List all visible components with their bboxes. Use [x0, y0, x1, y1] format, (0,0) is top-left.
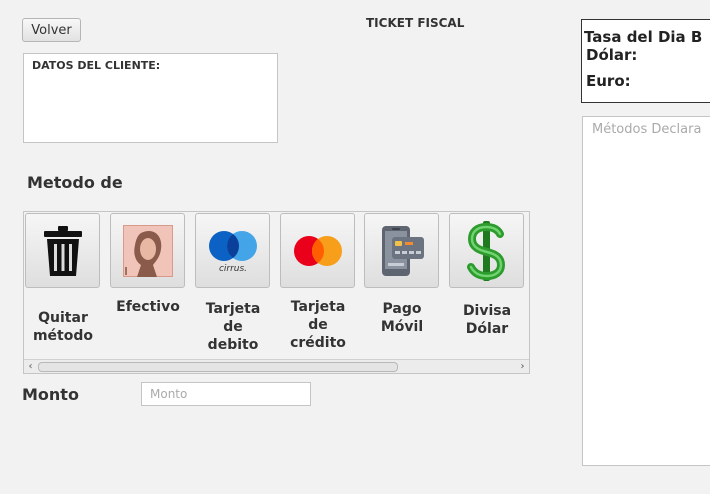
mastercard-icon: [293, 235, 342, 266]
mobile-payment-label: Pago Móvil: [380, 301, 424, 335]
payment-method-heading: Metodo de: [27, 173, 123, 192]
dollar-currency-button[interactable]: [449, 213, 524, 288]
credit-card-button[interactable]: [280, 213, 355, 288]
amount-input[interactable]: [141, 382, 311, 406]
remove-method-tile: Quitar método: [25, 213, 100, 345]
payment-methods-panel: Quitar método Efectivo cirrus. Tarjeta d…: [23, 211, 530, 374]
amount-label: Monto: [22, 385, 79, 404]
credit-card-label: Tarjeta de crédito: [290, 299, 346, 351]
declared-methods-area[interactable]: Métodos Declara: [582, 116, 710, 466]
cash-label: Efectivo: [116, 299, 180, 315]
dollar-currency-label: Divisa Dólar: [462, 303, 512, 337]
mobile-payment-button[interactable]: [364, 213, 439, 288]
dollar-currency-tile: Divisa Dólar: [449, 213, 524, 338]
remove-method-label: Quitar método: [32, 310, 94, 344]
scroll-right-icon[interactable]: ›: [516, 360, 529, 373]
cirrus-text: cirrus.: [218, 264, 246, 274]
declared-methods-placeholder: Métodos Declara: [592, 122, 702, 137]
mobile-payment-icon: [381, 225, 424, 276]
debit-card-tile: cirrus. Tarjeta de debito: [195, 213, 270, 354]
exchange-rate-title: Tasa del Dia B: [584, 28, 703, 46]
dollar-sign-icon: [466, 220, 505, 281]
maestro-cirrus-icon: cirrus.: [208, 230, 257, 274]
cash-button[interactable]: [110, 213, 185, 288]
exchange-rate-panel: Tasa del Dia B Dólar: Euro:: [581, 19, 710, 103]
trash-icon: [43, 225, 82, 276]
cash-portrait-icon: [122, 224, 173, 277]
back-button[interactable]: Volver: [22, 18, 81, 42]
credit-card-tile: Tarjeta de crédito: [280, 213, 355, 352]
client-data-heading: DATOS DEL CLIENTE:: [32, 59, 161, 72]
euro-rate-label: Euro:: [586, 72, 631, 90]
dollar-rate-label: Dólar:: [586, 46, 638, 64]
mobile-payment-tile: Pago Móvil: [364, 213, 439, 336]
scrollbar-thumb[interactable]: [38, 362, 398, 372]
scroll-left-icon[interactable]: ‹: [24, 360, 37, 373]
horizontal-scrollbar[interactable]: ‹ ›: [24, 359, 529, 373]
debit-card-label: Tarjeta de debito: [205, 301, 261, 353]
cash-tile: Efectivo: [110, 213, 185, 316]
client-data-panel: DATOS DEL CLIENTE:: [23, 53, 278, 143]
page-title: TICKET FISCAL: [366, 16, 465, 30]
debit-card-button[interactable]: cirrus.: [195, 213, 270, 288]
remove-method-button[interactable]: [25, 213, 100, 288]
